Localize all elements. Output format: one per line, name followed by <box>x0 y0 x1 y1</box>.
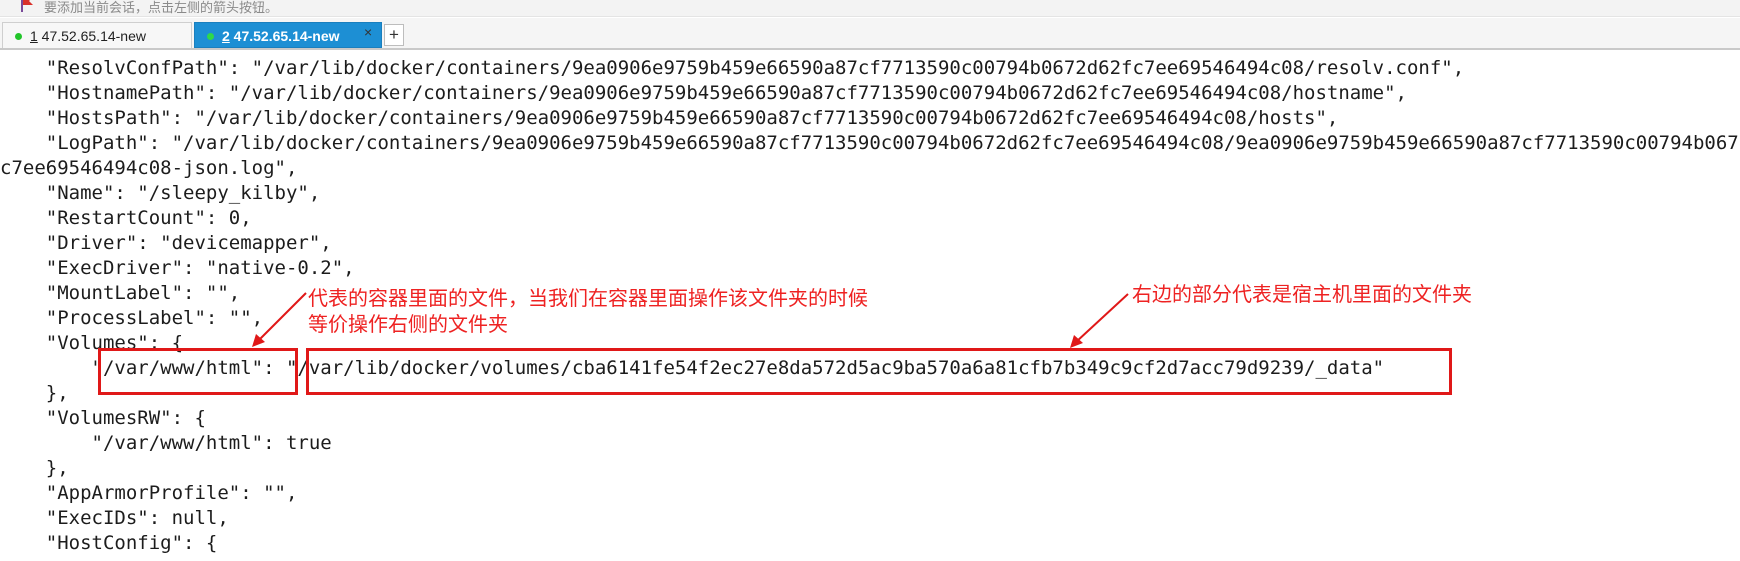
terminal-line: "VolumesRW": { <box>0 407 206 429</box>
terminal-line: c7ee69546494c08-json.log", <box>0 157 298 179</box>
terminal-line: }, <box>0 382 69 404</box>
terminal-line: "Driver": "devicemapper", <box>0 232 332 254</box>
tab-title: 47.52.65.14-new <box>37 28 146 44</box>
terminal-line: "RestartCount": 0, <box>0 207 252 229</box>
container-path-note: 代表的容器里面的文件，当我们在容器里面操作该文件夹的时候 <box>308 286 868 310</box>
terminal-line: "HostConfig": { <box>0 532 218 554</box>
terminal-line: "AppArmorProfile": "", <box>0 482 298 504</box>
terminal-line: "MountLabel": "", <box>0 282 241 304</box>
container-path-highlight <box>98 348 298 395</box>
connected-status-icon <box>15 33 22 40</box>
tab-session-1[interactable]: 1 47.52.65.14-new <box>2 22 192 48</box>
session-hint-text: 要添加当前会话，点击左侧的箭头按钮。 <box>44 0 279 15</box>
connected-status-icon <box>207 33 214 40</box>
terminal-line: "Name": "/sleepy_kilby", <box>0 182 321 204</box>
host-path-note: 右边的部分代表是宿主机里面的文件夹 <box>1132 282 1472 306</box>
new-tab-button[interactable]: + <box>384 24 404 46</box>
terminal-line: "ResolvConfPath": "/var/lib/docker/conta… <box>0 57 1465 79</box>
terminal-output[interactable]: "ResolvConfPath": "/var/lib/docker/conta… <box>0 50 1740 561</box>
tab-number: 1 <box>30 28 38 44</box>
terminal-line: "HostsPath": "/var/lib/docker/containers… <box>0 107 1339 129</box>
terminal-line: "HostnamePath": "/var/lib/docker/contain… <box>0 82 1407 104</box>
terminal-line: "ExecDriver": "native-0.2", <box>0 257 355 279</box>
container-path-note-2: 等价操作右侧的文件夹 <box>308 312 508 336</box>
bookmark-flag-icon[interactable] <box>20 0 34 12</box>
terminal-line: }, <box>0 457 69 479</box>
session-hint-bar: 要添加当前会话，点击左侧的箭头按钮。 <box>0 0 1740 17</box>
terminal-line: "ExecIDs": null, <box>0 507 229 529</box>
session-tab-bar: 1 47.52.65.14-new 2 47.52.65.14-new × + <box>0 18 1740 50</box>
tab-close-icon[interactable]: × <box>364 24 372 40</box>
terminal-line: "LogPath": "/var/lib/docker/containers/9… <box>0 132 1740 154</box>
host-path-highlight <box>306 348 1452 395</box>
tab-session-2[interactable]: 2 47.52.65.14-new <box>194 22 382 48</box>
terminal-line: "ProcessLabel": "", <box>0 307 264 329</box>
tab-title: 47.52.65.14-new <box>229 28 340 44</box>
tab-number: 2 <box>222 28 230 44</box>
terminal-line: "/var/www/html": true <box>0 432 332 454</box>
